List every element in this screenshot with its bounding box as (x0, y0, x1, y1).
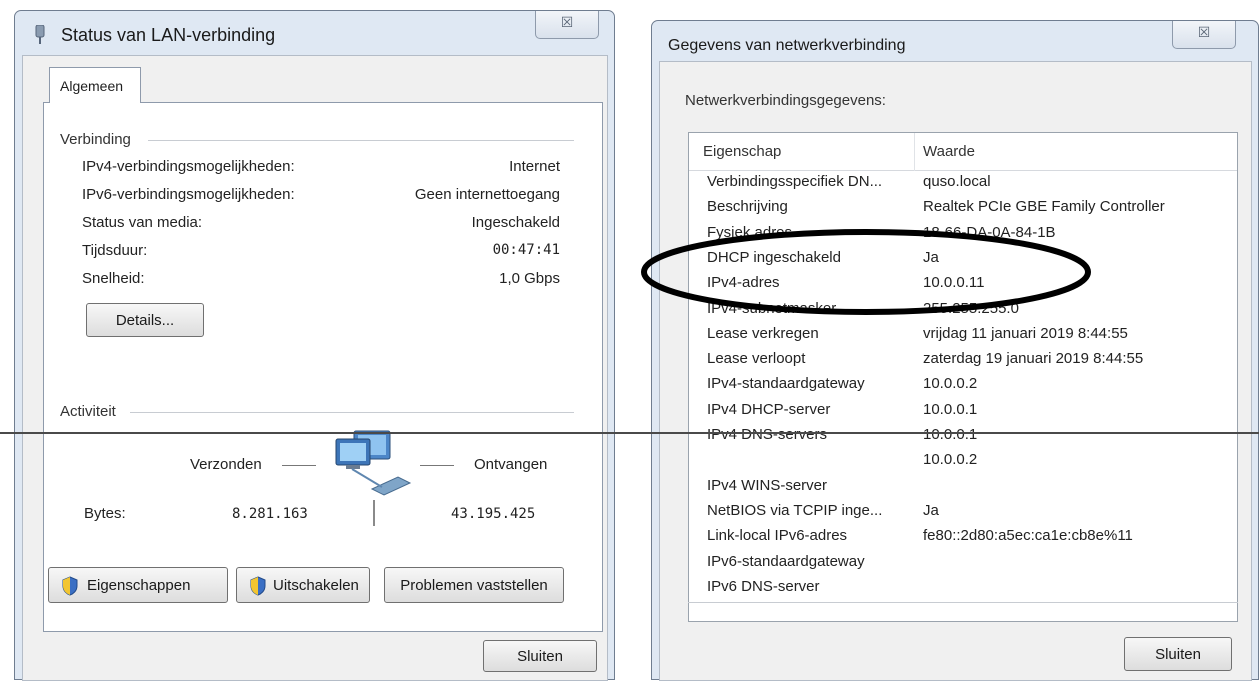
table-row[interactable]: IPv4 WINS-server (689, 477, 1237, 502)
close-dialog-button-label: Sluiten (517, 647, 563, 665)
info-label: Snelheid: (82, 270, 145, 287)
column-header-value[interactable]: Waarde (923, 143, 975, 160)
row-value: vrijdag 11 januari 2019 8:44:55 (923, 324, 1128, 342)
sent-label: Verzonden (190, 456, 262, 473)
bytes-divider (373, 500, 375, 526)
details-button[interactable]: Details... (86, 303, 204, 337)
info-label: IPv6-verbindingsmogelijkheden: (82, 186, 295, 203)
properties-button-label: Eigenschappen (87, 576, 191, 594)
disable-button[interactable]: Uitschakelen (236, 567, 370, 603)
connection-group-divider (148, 140, 574, 141)
network-details-client-area: Netwerkverbindingsgegevens: Eigenschap W… (659, 61, 1252, 681)
close-icon: ☒ (560, 14, 574, 30)
bytes-sent-value: 8.281.163 (232, 506, 308, 522)
row-property: IPv4 WINS-server (707, 476, 828, 494)
table-row[interactable]: 10.0.0.2 (689, 451, 1237, 476)
close-button[interactable]: ☒ (535, 11, 599, 39)
bytes-label: Bytes: (84, 505, 126, 522)
table-row[interactable]: Link-local IPv6-adres fe80::2d80:a5ec:ca1… (689, 527, 1237, 552)
table-row[interactable]: IPv4 DNS-servers 10.0.0.1 (689, 426, 1237, 451)
info-value: Ingeschakeld (471, 214, 560, 231)
row-value: 10.0.0.2 (923, 451, 978, 469)
lan-status-window: Status van LAN-verbinding ☒ Algemeen Ver… (14, 10, 615, 681)
details-section-label: Netwerkverbindingsgegevens: (685, 92, 886, 109)
network-adapter-icon (35, 25, 45, 44)
row-value: Ja (923, 501, 939, 519)
table-row[interactable]: IPv4-standaardgateway 10.0.0.2 (689, 375, 1237, 400)
shield-icon (62, 576, 78, 596)
network-details-title: Gegevens van netwerkverbinding (668, 37, 906, 54)
lan-status-titlebar[interactable]: Status van LAN-verbinding ☒ (15, 11, 614, 55)
row-property: Beschrijving (707, 198, 788, 216)
shield-icon (250, 576, 266, 596)
table-row[interactable]: Lease verkregen vrijdag 11 januari 2019 8… (689, 325, 1237, 350)
tab-panel-algemeen: Verbinding IPv4-verbindingsmogelijkheden… (43, 102, 603, 632)
row-property: Lease verkregen (707, 324, 819, 342)
activity-group-label: Activiteit (60, 403, 116, 420)
info-label: Tijdsduur: (82, 242, 148, 259)
row-property: IPv4-standaardgateway (707, 375, 865, 393)
column-header-property[interactable]: Eigenschap (703, 143, 781, 160)
row-value: Realtek PCIe GBE Family Controller (923, 198, 1165, 216)
list-header: Eigenschap Waarde (689, 133, 1237, 171)
network-details-titlebar[interactable]: Gegevens van netwerkverbinding ☒ (652, 21, 1258, 65)
computers-network-icon (335, 430, 412, 496)
close-dialog-button-label: Sluiten (1155, 645, 1201, 663)
disable-button-label: Uitschakelen (273, 576, 359, 594)
table-row[interactable]: NetBIOS via TCPIP inge... Ja (689, 502, 1237, 527)
row-value: quso.local (923, 173, 991, 190)
properties-button[interactable]: Eigenschappen (48, 567, 228, 603)
row-value: fe80::2d80:a5ec:ca1e:cb8e%11 (923, 527, 1133, 545)
table-row[interactable]: IPv6 DNS-server (689, 578, 1237, 603)
row-value: 10.0.0.2 (923, 375, 978, 393)
close-dialog-button[interactable]: Sluiten (1124, 637, 1232, 671)
row-property: IPv4 DHCP-server (707, 400, 831, 418)
row-property: Verbindingsspecifiek DN... (707, 173, 883, 190)
tab-algemeen[interactable]: Algemeen (49, 67, 141, 103)
info-label: Status van media: (82, 214, 203, 231)
table-row[interactable]: IPv6-standaardgateway (689, 553, 1237, 578)
info-label: IPv4-verbindingsmogelijkheden: (82, 158, 295, 175)
horizontal-guide-line (0, 432, 1259, 434)
table-row[interactable]: Beschrijving Realtek PCIe GBE Family Cont… (689, 198, 1237, 223)
highlight-ellipse (641, 229, 1091, 315)
info-value: Geen internettoegang (414, 186, 560, 203)
details-button-label: Details... (115, 311, 175, 329)
lan-status-client-area: Algemeen Verbinding IPv4-verbindingsmoge… (22, 55, 608, 681)
row-property: IPv6 DNS-server (707, 577, 820, 595)
row-value: 10.0.0.1 (923, 400, 978, 418)
connection-group-label: Verbinding (60, 131, 131, 148)
diagnose-button[interactable]: Problemen vaststellen (384, 567, 564, 603)
table-row[interactable]: IPv4 DHCP-server 10.0.0.1 (689, 401, 1237, 426)
info-value: 1,0 Gbps (499, 270, 560, 287)
lan-status-title: Status van LAN-verbinding (61, 25, 276, 45)
info-value: Internet (509, 158, 560, 175)
network-details-list[interactable]: Eigenschap Waarde Verbindingsspecifiek D… (688, 132, 1238, 622)
bytes-received-value: 43.195.425 (451, 506, 536, 522)
footer-divider (688, 602, 1238, 603)
table-row[interactable]: Lease verloopt zaterdag 19 januari 2019 8… (689, 350, 1237, 375)
row-property: Lease verloopt (707, 350, 806, 368)
received-line (420, 465, 454, 466)
close-dialog-button[interactable]: Sluiten (483, 640, 597, 672)
activity-group-divider (130, 412, 574, 413)
row-property: IPv4 DNS-servers (707, 426, 828, 443)
column-separator[interactable] (914, 133, 915, 171)
row-property: IPv6-standaardgateway (707, 552, 865, 570)
row-value: zaterdag 19 januari 2019 8:44:55 (923, 350, 1144, 368)
close-button[interactable]: ☒ (1172, 21, 1236, 49)
diagnose-button-label: Problemen vaststellen (400, 576, 548, 594)
network-details-window: Gegevens van netwerkverbinding ☒ Netwerk… (651, 20, 1259, 681)
row-value: 10.0.0.1 (923, 426, 978, 443)
info-value: 00:47:41 (492, 242, 560, 258)
received-label: Ontvangen (474, 456, 548, 473)
sent-line (282, 465, 316, 466)
table-row[interactable]: Verbindingsspecifiek DN... quso.local (689, 173, 1237, 198)
close-icon: ☒ (1197, 24, 1211, 40)
row-property: Link-local IPv6-adres (707, 527, 848, 545)
row-property: NetBIOS via TCPIP inge... (707, 501, 883, 519)
